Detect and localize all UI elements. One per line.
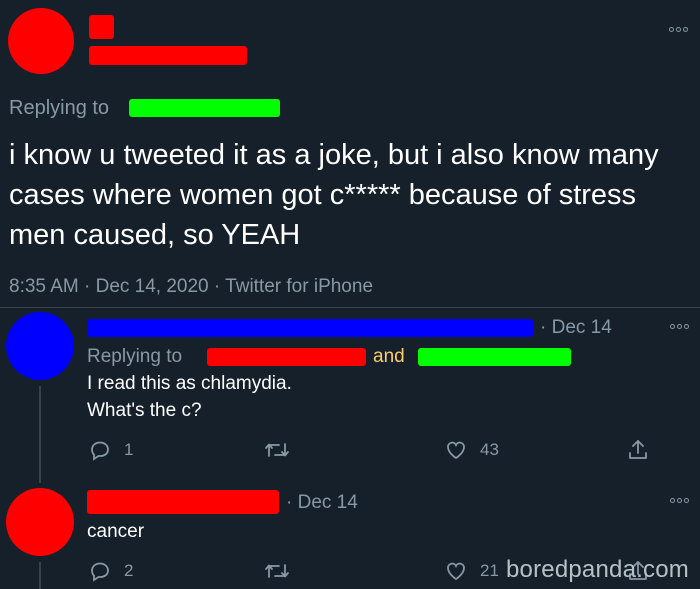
reply2-avatar[interactable] [6, 488, 74, 556]
reply2-reply-count: 2 [124, 561, 134, 580]
tweet-meta: 8:35 AM · Dec 14, 2020 · Twitter for iPh… [9, 276, 374, 297]
boredpanda-watermark: boredpanda.com [506, 556, 689, 583]
reply1-replying-to-user2-redacted[interactable] [418, 348, 571, 366]
reply1-more-icon[interactable] [670, 324, 689, 329]
thread-line-2 [39, 562, 41, 589]
reply1-user-redacted[interactable] [87, 319, 533, 337]
reply2-like-button[interactable]: 21 [444, 559, 499, 583]
reply1-retweet-button[interactable] [263, 438, 291, 462]
reply2-text: cancer [87, 521, 145, 542]
main-tweet-text: i know u tweeted it as a joke, but i als… [9, 139, 659, 251]
divider [0, 307, 700, 308]
reply2-reply-button[interactable]: 2 [88, 559, 133, 583]
reply1-and-label: and [373, 346, 405, 367]
thread-line [39, 386, 41, 483]
reply1-replying-to-label: Replying to [87, 346, 183, 367]
main-username-redacted[interactable] [89, 46, 247, 65]
reply1-reply-count: 1 [124, 440, 134, 459]
reply1-reply-button[interactable]: 1 [88, 438, 133, 462]
reply2-date[interactable]: · Dec 14 [286, 492, 358, 514]
reply1-like-button[interactable]: 43 [444, 438, 499, 462]
reply1-text-line2: What's the c? [87, 400, 202, 421]
reply1-avatar[interactable] [6, 312, 74, 380]
main-display-name-redacted[interactable] [89, 15, 114, 39]
heart-icon [447, 562, 465, 581]
reply2-more-icon[interactable] [670, 498, 689, 503]
main-avatar[interactable] [8, 8, 74, 74]
replying-to-user-redacted[interactable] [129, 99, 280, 117]
more-options-icon[interactable] [669, 27, 688, 32]
heart-icon [447, 441, 465, 460]
reply1-like-count: 43 [480, 440, 499, 459]
replying-to-label: Replying to [9, 97, 110, 119]
reply-icon [91, 562, 109, 582]
reply2-retweet-button[interactable] [263, 559, 291, 583]
retweet-icon [265, 443, 289, 457]
reply1-text-line1: I read this as chlamydia. [87, 373, 292, 394]
share-icon [629, 440, 647, 459]
reply1-replying-to-user1-redacted[interactable] [207, 348, 366, 366]
reply1-share-button[interactable] [626, 438, 650, 462]
reply2-user-redacted[interactable] [87, 490, 279, 514]
reply-icon [91, 441, 109, 461]
reply1-date[interactable]: · Dec 14 [540, 317, 612, 339]
retweet-icon [265, 564, 289, 578]
reply2-like-count: 21 [480, 561, 499, 580]
